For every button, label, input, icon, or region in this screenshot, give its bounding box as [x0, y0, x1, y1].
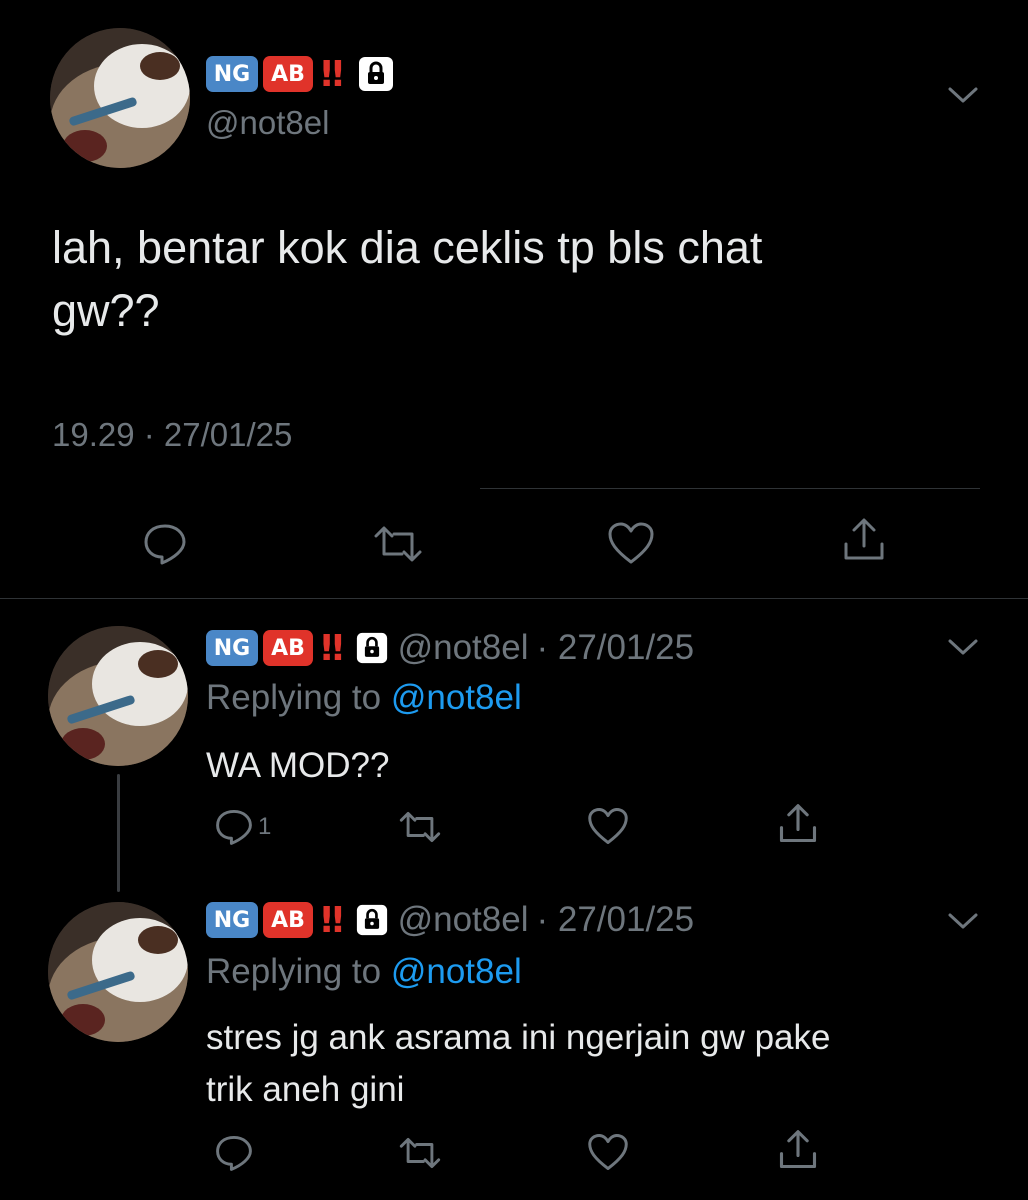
reply-icon[interactable]: 1 [214, 808, 271, 846]
author-handle[interactable]: @not8el [398, 628, 529, 668]
reply-icon[interactable] [214, 1134, 254, 1177]
avatar[interactable] [48, 902, 188, 1042]
lock-icon [356, 904, 388, 936]
author-handle[interactable]: @not8el [206, 104, 329, 142]
retweet-icon[interactable] [396, 810, 444, 849]
reply-text: stres jg ank asrama ini ngerjain gw pake… [206, 1012, 830, 1116]
ab-badge-icon: AB [263, 902, 313, 938]
replying-to-label: Replying to [206, 678, 382, 717]
share-icon[interactable] [776, 1128, 820, 1177]
reply-date: · 27/01/25 [536, 628, 695, 667]
double-exclamation-icon: ‼ [321, 53, 344, 95]
retweet-icon[interactable] [370, 524, 426, 569]
like-icon[interactable] [606, 520, 656, 571]
replying-to-handle[interactable]: @not8el [391, 952, 522, 991]
tweet-text: lah, bentar kok dia ceklis tp bls chat g… [52, 216, 762, 342]
double-exclamation-icon: ‼ [321, 899, 344, 941]
divider [0, 598, 1028, 599]
author-row: NG AB ‼ @not8el · 27/01/25 [206, 627, 695, 669]
chevron-down-icon[interactable] [946, 636, 980, 663]
replying-to: Replying to @not8el [206, 952, 522, 992]
reply-icon[interactable] [142, 522, 188, 571]
author-badges: NG AB ‼ [206, 53, 394, 95]
reply-date: · 27/01/25 [536, 900, 695, 939]
replying-to-label: Replying to [206, 952, 382, 991]
retweet-icon[interactable] [396, 1136, 444, 1175]
double-exclamation-icon: ‼ [321, 627, 344, 669]
ab-badge-icon: AB [263, 630, 313, 666]
lock-icon [356, 632, 388, 664]
like-icon[interactable] [586, 806, 630, 851]
ng-badge-icon: NG [206, 902, 258, 938]
ng-badge-icon: NG [206, 630, 258, 666]
replying-to: Replying to @not8el [206, 678, 522, 718]
reply-text-line: stres jg ank asrama ini ngerjain gw pake [206, 1018, 831, 1057]
reply-text-line: trik aneh gini [206, 1070, 405, 1109]
author-row: NG AB ‼ @not8el · 27/01/25 [206, 899, 695, 941]
tweet-text-line: gw?? [52, 285, 160, 336]
author-handle[interactable]: @not8el [398, 900, 529, 940]
reply-text: WA MOD?? [206, 742, 389, 790]
chevron-down-icon[interactable] [946, 84, 980, 111]
replying-to-handle[interactable]: @not8el [391, 678, 522, 717]
avatar[interactable] [50, 28, 190, 168]
tweet-timestamp: 19.29 · 27/01/25 [52, 416, 293, 453]
reply-text-line: WA MOD?? [206, 746, 390, 785]
share-icon[interactable] [840, 516, 888, 569]
lock-icon [358, 56, 394, 92]
avatar[interactable] [48, 626, 188, 766]
divider [480, 488, 980, 489]
share-icon[interactable] [776, 802, 820, 851]
tweet-text-line: lah, bentar kok dia ceklis tp bls chat [52, 222, 763, 273]
ab-badge-icon: AB [263, 56, 313, 92]
thread-line [117, 774, 120, 892]
chevron-down-icon[interactable] [946, 910, 980, 937]
reply-count: 1 [258, 813, 272, 840]
ng-badge-icon: NG [206, 56, 258, 92]
like-icon[interactable] [586, 1132, 630, 1177]
